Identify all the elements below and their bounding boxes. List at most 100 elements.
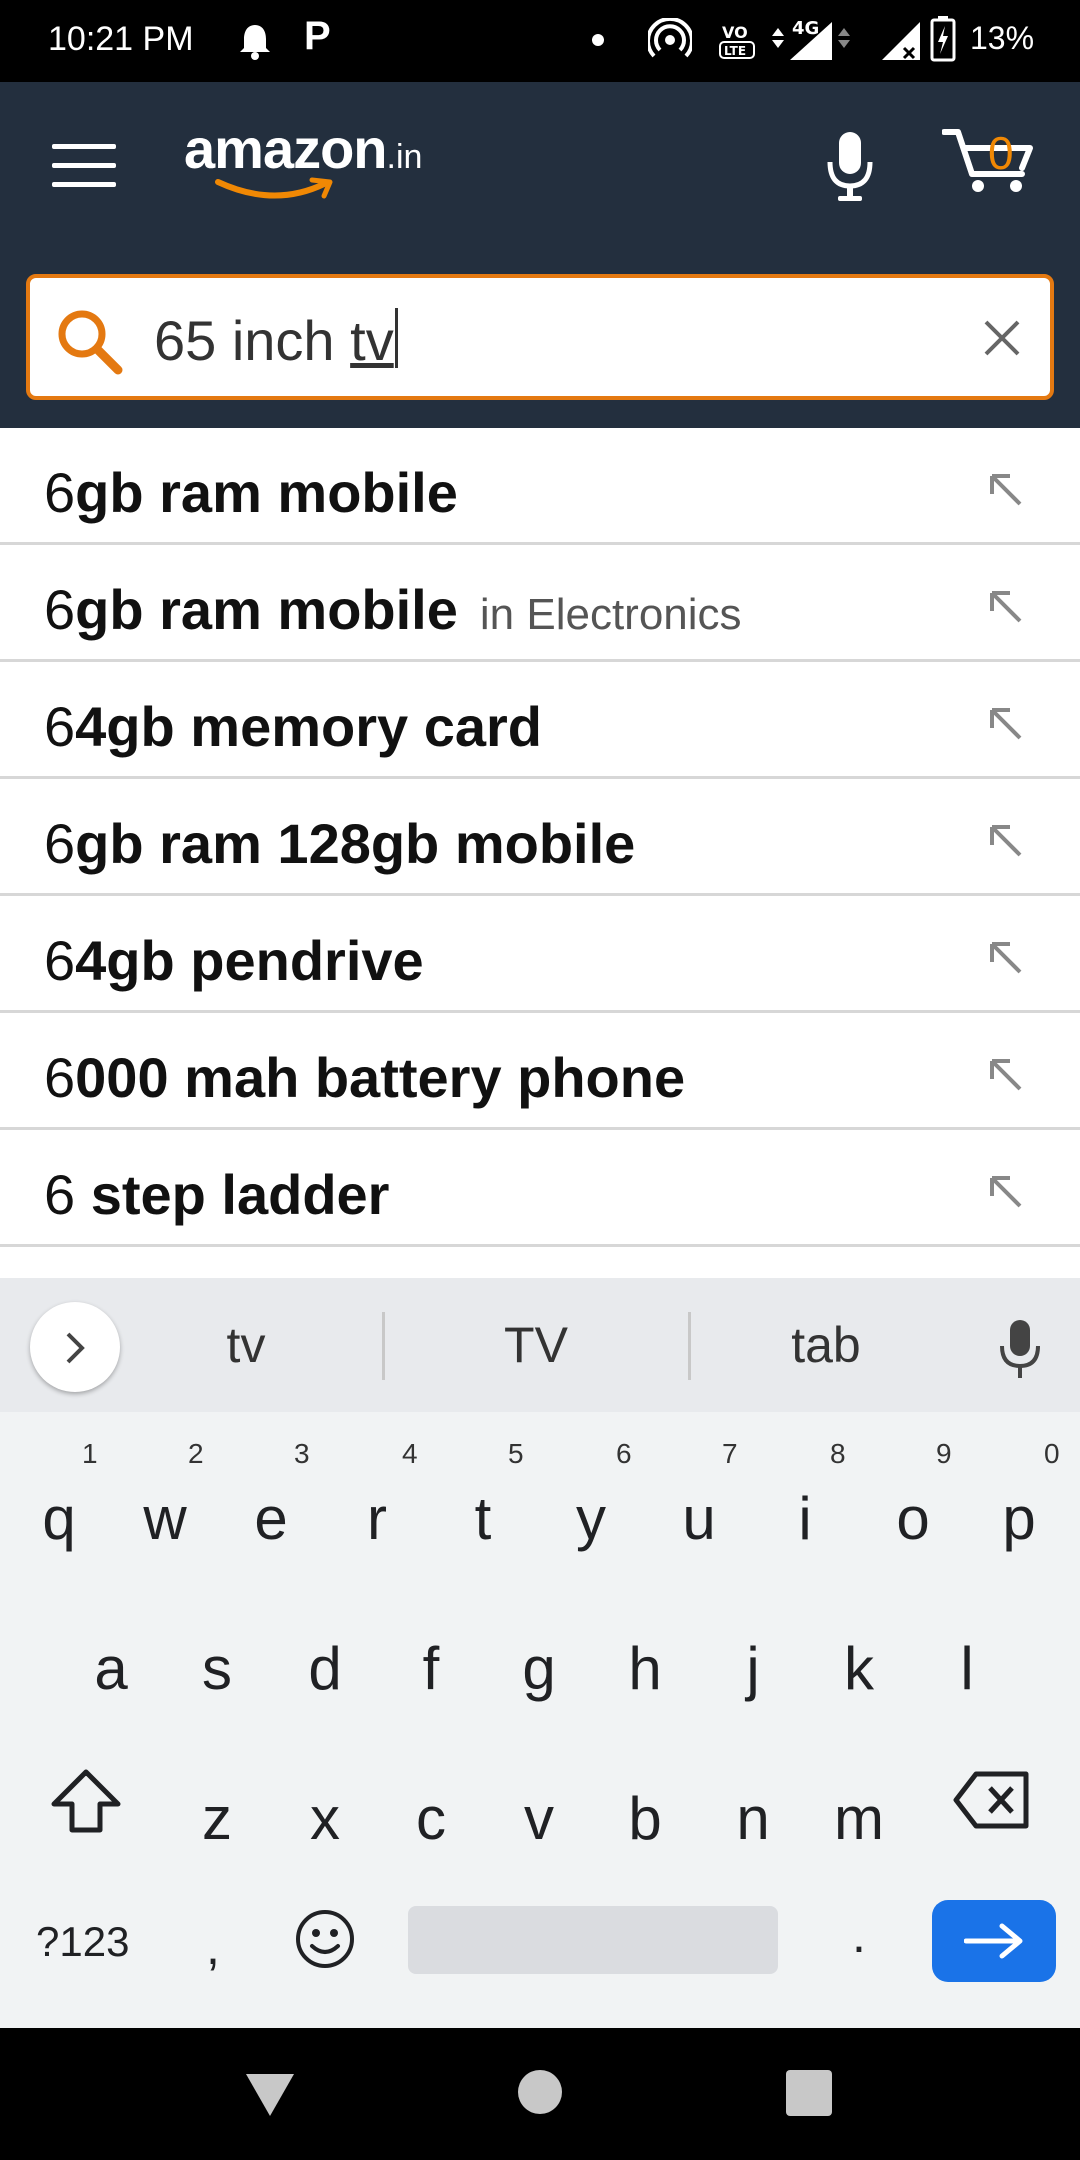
key-h[interactable]: h	[600, 1634, 690, 1703]
search-field[interactable]: 65 inch tv	[26, 274, 1054, 400]
key-hint: 7	[722, 1438, 738, 1469]
mobile-signal-icon: 4G	[770, 16, 860, 67]
suggestion-item[interactable]: 6000 mah battery phone	[0, 1013, 1080, 1130]
key-c[interactable]: c	[386, 1784, 476, 1853]
suggestion-divider	[688, 1312, 691, 1380]
fill-query-arrow-icon[interactable]	[986, 1055, 1026, 1100]
keyboard-suggestion[interactable]: TV	[436, 1316, 636, 1374]
keyboard-suggestion[interactable]: tab	[726, 1316, 926, 1374]
key-hint: 8	[830, 1438, 846, 1469]
notification-dot-icon	[592, 34, 604, 46]
key-o[interactable]: o	[868, 1484, 958, 1553]
backspace-key-icon[interactable]	[952, 1770, 1030, 1835]
fill-query-arrow-icon[interactable]	[986, 821, 1026, 866]
key-u[interactable]: u	[654, 1484, 744, 1553]
nav-recents-icon[interactable]	[786, 2070, 832, 2116]
key-q[interactable]: q	[14, 1484, 104, 1553]
suggestion-item[interactable]: 6gb ram 128gb mobile	[0, 779, 1080, 896]
svg-text:LTE: LTE	[724, 44, 746, 58]
svg-text:4G: 4G	[792, 18, 819, 39]
fill-query-arrow-icon[interactable]	[986, 704, 1026, 749]
fill-query-arrow-icon[interactable]	[986, 938, 1026, 983]
search-icon	[54, 306, 124, 381]
system-nav-bar	[0, 2028, 1080, 2160]
symbols-key[interactable]: ?123	[36, 1918, 129, 1966]
key-f[interactable]: f	[386, 1634, 476, 1703]
cart-count-badge: 0	[988, 127, 1014, 179]
suggestion-divider	[382, 1312, 385, 1380]
status-time: 10:21 PM	[48, 20, 194, 58]
key-e[interactable]: e	[226, 1484, 316, 1553]
key-hint: 1	[82, 1438, 98, 1469]
key-w[interactable]: w	[120, 1484, 210, 1553]
key-t[interactable]: t	[438, 1484, 528, 1553]
clear-search-icon[interactable]	[982, 318, 1022, 363]
key-g[interactable]: g	[494, 1634, 584, 1703]
fill-query-arrow-icon[interactable]	[986, 1172, 1026, 1217]
key-x[interactable]: x	[280, 1784, 370, 1853]
key-hint: 0	[1044, 1438, 1060, 1469]
key-v[interactable]: v	[494, 1784, 584, 1853]
suggestion-item[interactable]: 64gb memory card	[0, 662, 1080, 779]
suggestion-item[interactable]: 64gb pendrive	[0, 896, 1080, 1013]
suggestion-item[interactable]: 6gb ram mobile in Electronics	[0, 545, 1080, 662]
amazon-smile-icon	[215, 177, 333, 199]
suggestion-item[interactable]: 6gb ram mobile	[0, 428, 1080, 545]
suggestion-category: in Electronics	[479, 590, 742, 639]
on-screen-keyboard: tv TV tab q w e r t y u i o p 1 2 3 4 5 …	[0, 1278, 1080, 2028]
shift-key-icon[interactable]	[50, 1768, 122, 1839]
key-s[interactable]: s	[172, 1634, 262, 1703]
key-a[interactable]: a	[66, 1634, 156, 1703]
app-header: amazon.in 0 65 inch tv	[0, 82, 1080, 428]
key-hint: 9	[936, 1438, 952, 1469]
key-hint: 2	[188, 1438, 204, 1469]
search-input[interactable]: 65 inch tv	[154, 308, 398, 373]
nav-back-icon[interactable]	[242, 2070, 298, 2125]
nav-home-icon[interactable]	[518, 2070, 562, 2114]
arrow-right-icon	[964, 1923, 1023, 1959]
key-n[interactable]: n	[708, 1784, 798, 1853]
emoji-key-icon[interactable]	[294, 1908, 356, 1975]
comma-key[interactable]: ,	[206, 1918, 220, 1976]
hamburger-menu-icon[interactable]	[52, 144, 116, 188]
key-k[interactable]: k	[814, 1634, 904, 1703]
parking-app-icon: P	[304, 14, 331, 58]
key-i[interactable]: i	[760, 1484, 850, 1553]
key-hint: 6	[616, 1438, 632, 1469]
spacebar-key[interactable]	[408, 1906, 778, 1974]
enter-key[interactable]	[932, 1900, 1056, 1982]
key-l[interactable]: l	[922, 1634, 1012, 1703]
search-suggestions-list: 6gb ram mobile 6gb ram mobile in Electron…	[0, 428, 1080, 1247]
keyboard-suggestion[interactable]: tv	[146, 1316, 346, 1374]
keyboard-mic-icon[interactable]	[998, 1318, 1042, 1387]
chevron-right-icon	[66, 1332, 85, 1364]
key-hint: 3	[294, 1438, 310, 1469]
keyboard-expand-button[interactable]	[30, 1302, 120, 1392]
key-hint: 4	[402, 1438, 418, 1469]
suggestion-item[interactable]: 6 step ladder	[0, 1130, 1080, 1247]
keyboard-suggestion-strip: tv TV tab	[0, 1278, 1080, 1412]
key-b[interactable]: b	[600, 1784, 690, 1853]
key-r[interactable]: r	[332, 1484, 422, 1553]
key-p[interactable]: p	[974, 1484, 1064, 1553]
period-key[interactable]: .	[852, 1906, 866, 1964]
key-d[interactable]: d	[280, 1634, 370, 1703]
voice-search-icon[interactable]	[826, 130, 874, 209]
fill-query-arrow-icon[interactable]	[986, 587, 1026, 632]
svg-text:VO: VO	[722, 23, 748, 42]
hotspot-icon	[646, 16, 694, 67]
status-bar: 10:21 PM P VO LTE 4G 13%	[0, 0, 1080, 82]
key-hint: 5	[508, 1438, 524, 1469]
sim2-signal-icon	[880, 18, 924, 67]
battery-icon	[930, 16, 956, 67]
key-z[interactable]: z	[172, 1784, 262, 1853]
notification-bell-icon	[238, 22, 272, 65]
search-input-composing: tv	[350, 309, 394, 372]
battery-percent: 13%	[970, 20, 1035, 56]
key-j[interactable]: j	[708, 1634, 798, 1703]
text-caret	[394, 308, 398, 368]
key-m[interactable]: m	[814, 1784, 904, 1853]
fill-query-arrow-icon[interactable]	[986, 470, 1026, 515]
key-y[interactable]: y	[546, 1484, 636, 1553]
amazon-logo[interactable]: amazon.in	[184, 116, 422, 199]
